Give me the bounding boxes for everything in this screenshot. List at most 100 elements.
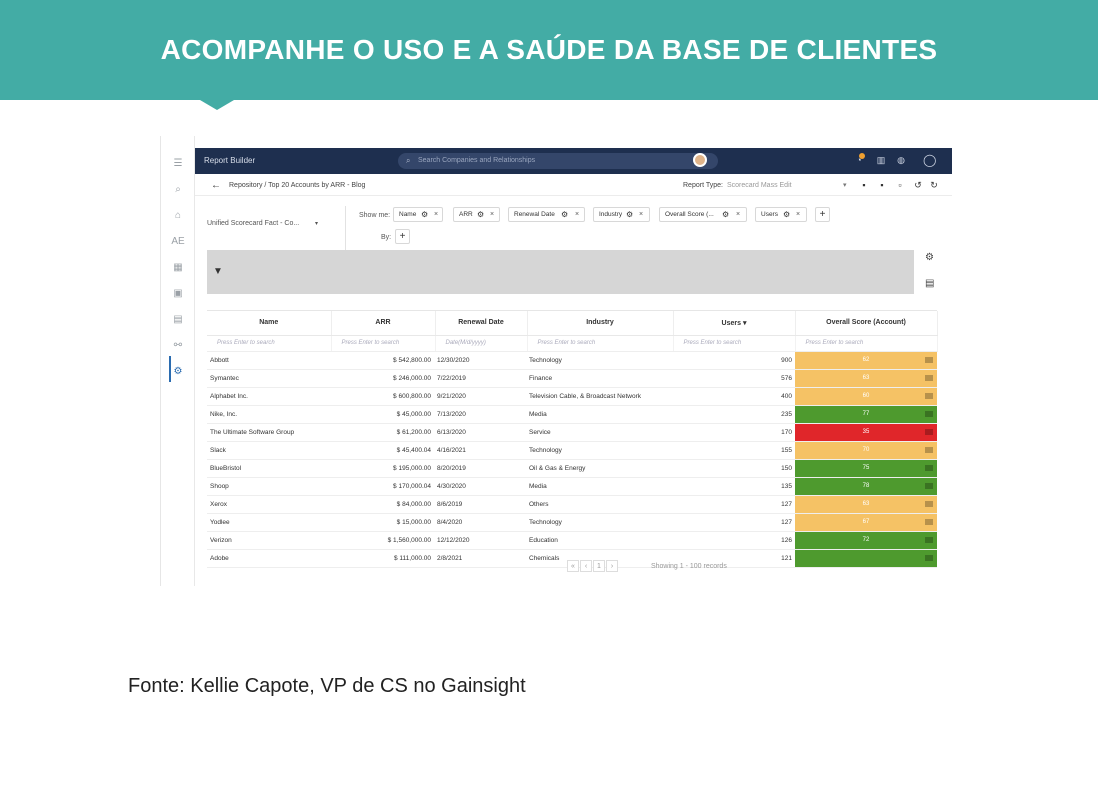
field-chip-users[interactable]: Users ⚙ × [755,207,807,222]
column-header-overall-score[interactable]: Overall Score (Account) [795,311,938,336]
table-row[interactable]: Slack $ 45,400.04 4/16/2021 Technology 155 70 [207,441,937,460]
report-icon[interactable]: ▤ [169,310,187,328]
comment-icon[interactable] [925,410,933,417]
column-search-input[interactable]: Press Enter to search [673,335,796,352]
column-search-input[interactable]: Press Enter to search [207,335,332,352]
comment-icon[interactable] [925,500,933,507]
gear-icon[interactable]: ⚙ [561,210,568,219]
overall-score-cell[interactable]: 72 [795,531,937,550]
account-name-link[interactable]: BlueBristol [207,459,331,478]
overall-score-cell[interactable]: 35 [795,423,937,442]
source-object-select[interactable]: Unified Scorecard Fact - Co... [207,220,299,227]
comment-icon[interactable] [925,446,933,453]
account-name-link[interactable]: Verizon [207,531,331,550]
next-page-button[interactable]: › [606,560,618,572]
search-icon[interactable]: ⌕ [169,180,187,198]
account-name-link[interactable]: Slack [207,441,331,460]
table-row[interactable]: Verizon $ 1,560,000.00 12/12/2020 Education… [207,531,937,550]
back-arrow-icon[interactable]: ← [211,180,221,191]
add-field-button[interactable]: + [815,207,830,222]
overall-score-cell[interactable]: 70 [795,441,937,460]
overall-score-cell[interactable]: 77 [795,405,937,424]
table-row[interactable]: Nike, Inc. $ 45,000.00 7/13/2020 Media 235 77 [207,405,937,424]
table-row[interactable]: Abbott $ 542,800.00 12/30/2020 Technology 90… [207,351,937,370]
gear-icon[interactable]: ⚙ [626,210,633,219]
column-search-input[interactable]: Press Enter to search [527,335,674,352]
table-row[interactable]: BlueBristol $ 195,000.00 8/20/2019 Oil & Ga… [207,459,937,478]
comment-icon[interactable] [925,464,933,471]
close-icon[interactable]: × [639,211,643,218]
account-name-link[interactable]: Alphabet Inc. [207,387,331,406]
field-chip-industry[interactable]: Industry ⚙ × [593,207,650,222]
field-chip-renewal-date[interactable]: Renewal Date ⚙ × [508,207,585,222]
save-as-icon[interactable]: ▪ [877,180,887,190]
menu-icon[interactable]: ☰ [169,154,187,172]
breadcrumb[interactable]: Repository / Top 20 Accounts by ARR - Bl… [229,182,365,189]
overall-score-cell[interactable] [795,549,937,568]
undo-icon[interactable]: ↺ [913,180,923,190]
overall-score-cell[interactable]: 60 [795,387,937,406]
comment-icon[interactable] [925,392,933,399]
report-type-select[interactable]: Scorecard Mass Edit [727,182,792,189]
column-search-input[interactable]: Press Enter to search [795,335,938,352]
table-view-icon[interactable]: ▤ [925,278,934,289]
table-row[interactable]: Yodlee $ 15,000.00 8/4/2020 Technology 127 67 [207,513,937,532]
account-name-link[interactable]: Xerox [207,495,331,514]
overall-score-cell[interactable]: 62 [795,351,937,370]
comment-icon[interactable] [925,428,933,435]
comment-icon[interactable] [925,536,933,543]
chevron-down-icon[interactable]: ▾ [843,181,847,189]
field-chip-overall-score[interactable]: Overall Score (... ⚙ × [659,207,747,222]
avatar[interactable] [693,153,707,167]
image-export-icon[interactable]: ▫ [895,180,905,190]
table-row[interactable]: Alphabet Inc. $ 600,800.00 9/21/2020 Televi… [207,387,937,406]
filter-icon[interactable]: ▼ [213,266,223,277]
save-icon[interactable]: ▪ [859,180,869,190]
comment-icon[interactable] [925,356,933,363]
account-name-link[interactable]: Adobe [207,549,331,568]
close-icon[interactable]: × [736,211,740,218]
field-chip-arr[interactable]: ARR ⚙ × [453,207,500,222]
comment-icon[interactable] [925,554,933,561]
column-header-name[interactable]: Name [207,311,332,336]
column-search-input[interactable]: Press Enter to search [331,335,436,352]
close-icon[interactable]: × [796,211,800,218]
account-name-link[interactable]: Shoop [207,477,331,496]
close-icon[interactable]: × [575,211,579,218]
column-header-users[interactable]: Users ▾ [673,311,796,336]
table-row[interactable]: Shoop $ 170,000.04 4/30/2020 Media 135 78 [207,477,937,496]
column-header-industry[interactable]: Industry [527,311,674,336]
overall-score-cell[interactable]: 67 [795,513,937,532]
add-group-by-button[interactable]: + [395,229,410,244]
gear-icon[interactable]: ⚙ [421,210,428,219]
globe-icon[interactable]: ◍ [895,155,907,167]
account-name-link[interactable]: Nike, Inc. [207,405,331,424]
table-row[interactable]: Xerox $ 84,000.00 8/6/2019 Others 127 63 [207,495,937,514]
page-number[interactable]: 1 [593,560,605,572]
grid-icon[interactable]: ▦ [169,258,187,276]
field-chip-name[interactable]: Name ⚙ × [393,207,443,222]
share-icon[interactable]: ⚯ [169,336,187,354]
comment-icon[interactable] [925,518,933,525]
prev-page-button[interactable]: ‹ [580,560,592,572]
close-icon[interactable]: × [490,211,494,218]
home-icon[interactable]: ⌂ [169,206,187,224]
gear-icon[interactable]: ⚙ [925,252,934,263]
gear-icon[interactable]: ⚙ [783,210,790,219]
column-header-renewal-date[interactable]: Renewal Date [435,311,528,336]
comment-icon[interactable] [925,482,933,489]
book-icon[interactable]: ▥ [875,155,887,167]
overall-score-cell[interactable]: 75 [795,459,937,478]
account-name-link[interactable]: Yodlee [207,513,331,532]
chevron-down-icon[interactable]: ▾ [315,220,318,227]
account-name-link[interactable]: Abbott [207,351,331,370]
settings-icon[interactable]: ⚙ [169,362,187,380]
refresh-icon[interactable]: ↻ [929,180,939,190]
accounts-icon[interactable]: AE [169,232,187,250]
account-name-link[interactable]: The Ultimate Software Group [207,423,331,442]
comment-icon[interactable] [925,374,933,381]
gear-icon[interactable]: ⚙ [477,210,484,219]
overall-score-cell[interactable]: 78 [795,477,937,496]
table-row[interactable]: Symantec $ 246,000.00 7/22/2019 Finance 576 6… [207,369,937,388]
gear-icon[interactable]: ⚙ [722,210,729,219]
